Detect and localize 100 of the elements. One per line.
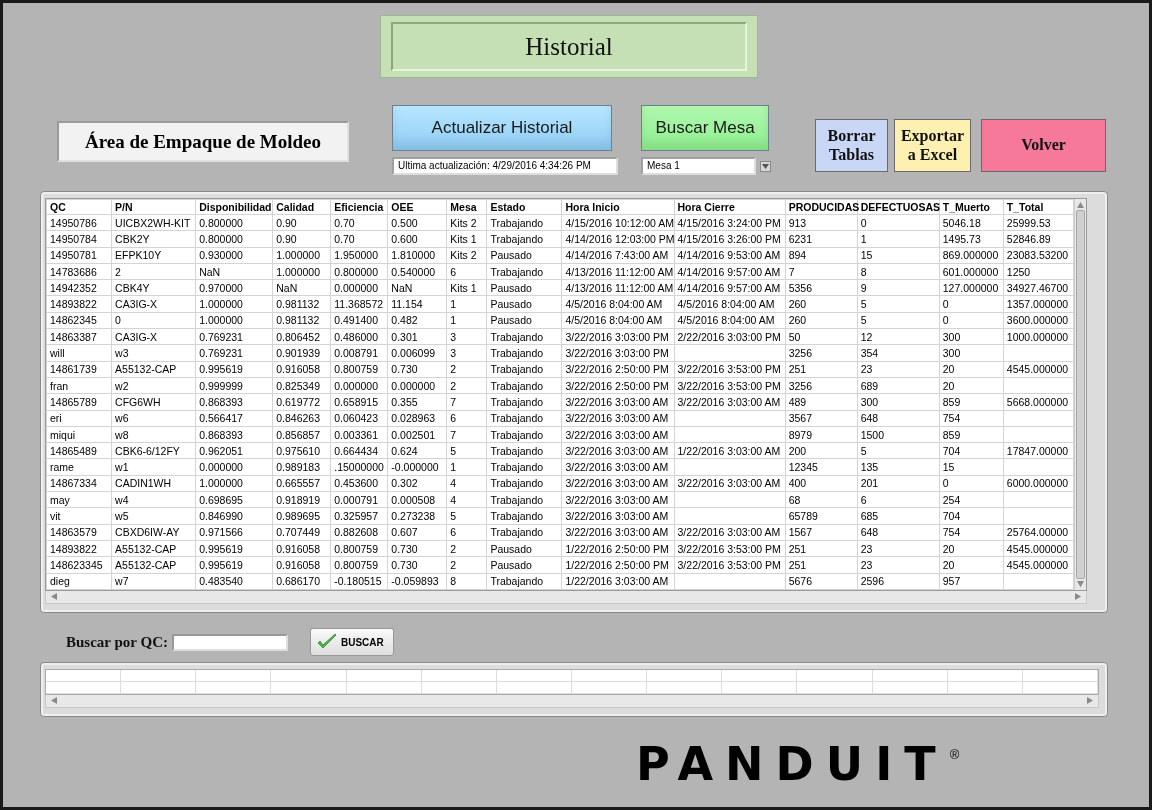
table-cell: Pausado (486, 540, 562, 557)
table-cell: 685 (857, 507, 940, 525)
table-cell: 3/22/2016 3:53:00 PM (674, 540, 786, 557)
table-cell: 15 (857, 247, 940, 264)
table-cell: 0.901939 (272, 344, 331, 362)
table-cell: 0.000000 (195, 458, 273, 476)
table-cell: Pausado (486, 279, 562, 296)
table-cell: 14861739 (46, 361, 112, 378)
table-cell: 3567 (785, 410, 858, 427)
scroll-down-icon[interactable] (1077, 580, 1084, 588)
table-cell: 1.000000 (195, 296, 273, 313)
table-select[interactable]: Mesa 1 (641, 157, 756, 175)
table-cell: 0.989695 (272, 507, 331, 525)
search-button[interactable]: BUSCAR (309, 628, 394, 657)
table-cell: 354 (857, 344, 940, 362)
table-cell: EFPK10Y (111, 247, 196, 264)
table-cell: 15 (939, 458, 1004, 476)
scroll-right-icon[interactable] (1087, 697, 1094, 705)
table-cell: Pausado (486, 556, 562, 574)
table-cell: w3 (111, 344, 196, 362)
table-cell: 400 (785, 475, 858, 492)
table-cell: 0.301 (387, 328, 447, 345)
table-cell: 0 (939, 312, 1004, 329)
table-cell: 5356 (785, 279, 858, 296)
table-cell: Trabajando (486, 230, 562, 248)
export-excel-button[interactable]: Exportar a Excel (894, 119, 971, 172)
table-cell: 3 (446, 328, 487, 345)
table-cell: 869.000000 (939, 247, 1004, 264)
table-cell: 0.006099 (387, 344, 447, 362)
table-cell: Trabajando (486, 458, 562, 476)
scroll-left-icon[interactable] (50, 593, 57, 601)
table-cell: 14942352 (46, 279, 112, 296)
column-header: T_Muerto (939, 199, 1004, 215)
back-button[interactable]: Volver (981, 119, 1106, 172)
table-cell: 1.000000 (272, 263, 331, 280)
search-table-button[interactable]: Buscar Mesa (641, 105, 769, 151)
table-cell: 0.658915 (330, 393, 388, 411)
table-cell: 300 (857, 393, 940, 411)
clear-tables-button[interactable]: Borrar Tablas (815, 119, 888, 172)
table-cell: 0.90 (272, 230, 331, 248)
table-cell: Kits 1 (446, 230, 487, 248)
table-cell: 0.273238 (387, 507, 447, 525)
table-cell: 11.154 (387, 296, 447, 313)
table-cell: 14865789 (46, 393, 112, 411)
table-cell: 148623345 (46, 556, 112, 574)
table-cell: 14950781 (46, 247, 112, 264)
table-cell: NaN (195, 263, 273, 280)
table-cell: 14862345 (46, 312, 112, 329)
table-cell: 14893822 (46, 296, 112, 313)
column-header: Mesa (446, 199, 487, 215)
table-cell: 4 (446, 491, 487, 508)
table-cell: w4 (111, 491, 196, 508)
table-cell: 0 (857, 214, 940, 231)
table-cell: rame (46, 458, 112, 476)
dropdown-button[interactable] (760, 160, 771, 172)
table-cell: A55132-CAP (111, 361, 196, 378)
table-cell: CBK4Y (111, 279, 196, 296)
table-cell: 0.000791 (330, 491, 388, 508)
table-cell: 6 (446, 524, 487, 541)
table-cell: NaN (272, 279, 331, 296)
table-cell: 3 (446, 344, 487, 362)
table-cell: 0.028963 (387, 410, 447, 427)
table-cell: Trabajando (486, 214, 562, 231)
registered-mark: ® (949, 746, 960, 763)
table-cell: CBK2Y (111, 230, 196, 248)
table-cell: 4/14/2016 9:57:00 AM (674, 263, 786, 280)
table-cell: 0.482 (387, 312, 447, 329)
table-cell: 0.302 (387, 475, 447, 492)
table-cell: w5 (111, 507, 196, 525)
table-cell: 3/22/2016 3:03:00 PM (561, 328, 675, 345)
table-cell: 0.930000 (195, 247, 273, 264)
table-cell: 300 (939, 344, 1004, 362)
table-cell: -0.180515 (330, 573, 388, 590)
table-cell: 14893822 (46, 540, 112, 557)
table-cell: 0.846990 (195, 507, 273, 525)
table-cell: Trabajando (486, 524, 562, 541)
table-cell: 0.566417 (195, 410, 273, 427)
table-cell: 4/5/2016 8:04:00 AM (561, 312, 675, 329)
table-cell: 489 (785, 393, 858, 411)
table-cell: 4 (446, 475, 487, 492)
vertical-scrollbar[interactable] (1074, 199, 1086, 590)
table-cell: 2/22/2016 3:03:00 PM (674, 328, 786, 345)
table-cell: 135 (857, 458, 940, 476)
update-history-button[interactable]: Actualizar Historial (392, 105, 612, 151)
scroll-right-icon[interactable] (1075, 593, 1082, 601)
table-cell: 3/22/2016 3:03:00 AM (561, 507, 675, 525)
table-cell: 0.916058 (272, 556, 331, 574)
table-cell: 0.975610 (272, 442, 331, 459)
qc-search-field[interactable] (171, 633, 288, 651)
table-cell: .15000000 (330, 458, 388, 476)
table-cell: miqui (46, 426, 112, 443)
table-cell: 6000.000000 (1003, 475, 1074, 492)
table-cell: 689 (857, 377, 940, 394)
table-cell: Trabajando (486, 377, 562, 394)
table-cell: 1/22/2016 2:50:00 PM (561, 556, 675, 574)
table-cell: 1 (446, 296, 487, 313)
table-cell: Pausado (486, 296, 562, 313)
table-cell: 0.971566 (195, 524, 273, 541)
scroll-left-icon[interactable] (50, 697, 57, 705)
scroll-up-icon[interactable] (1077, 201, 1084, 208)
